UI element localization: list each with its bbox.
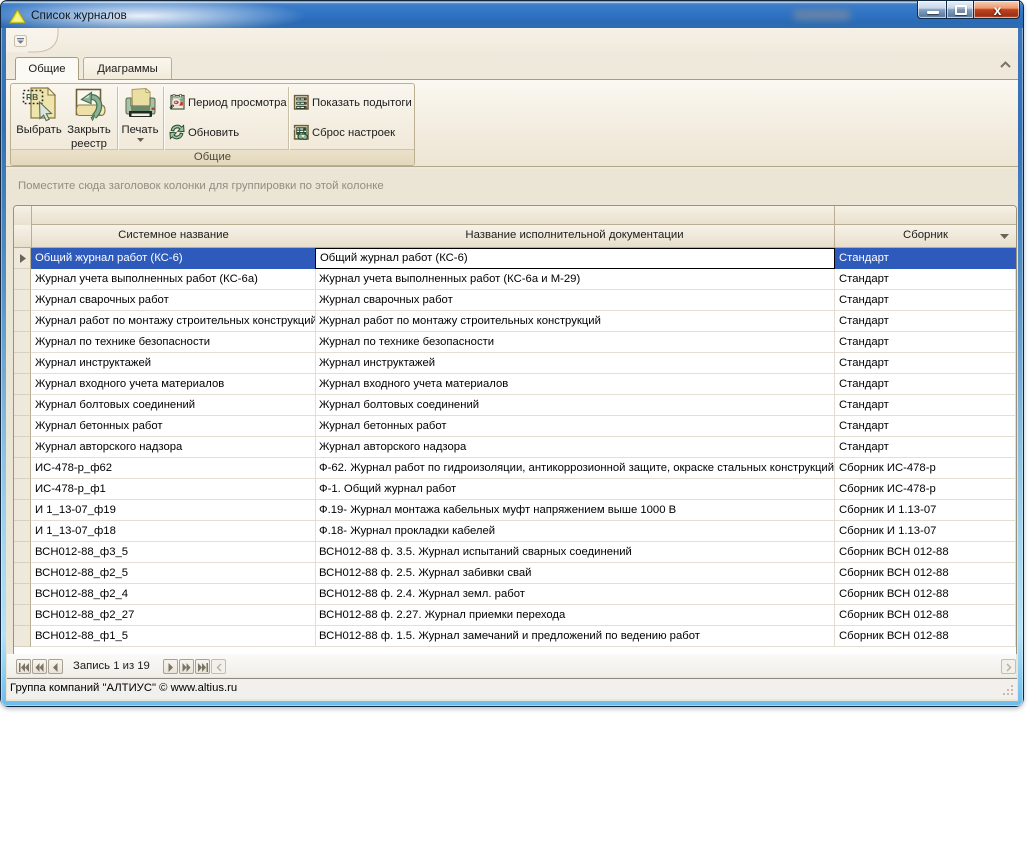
- svg-text:RB: RB: [26, 92, 38, 102]
